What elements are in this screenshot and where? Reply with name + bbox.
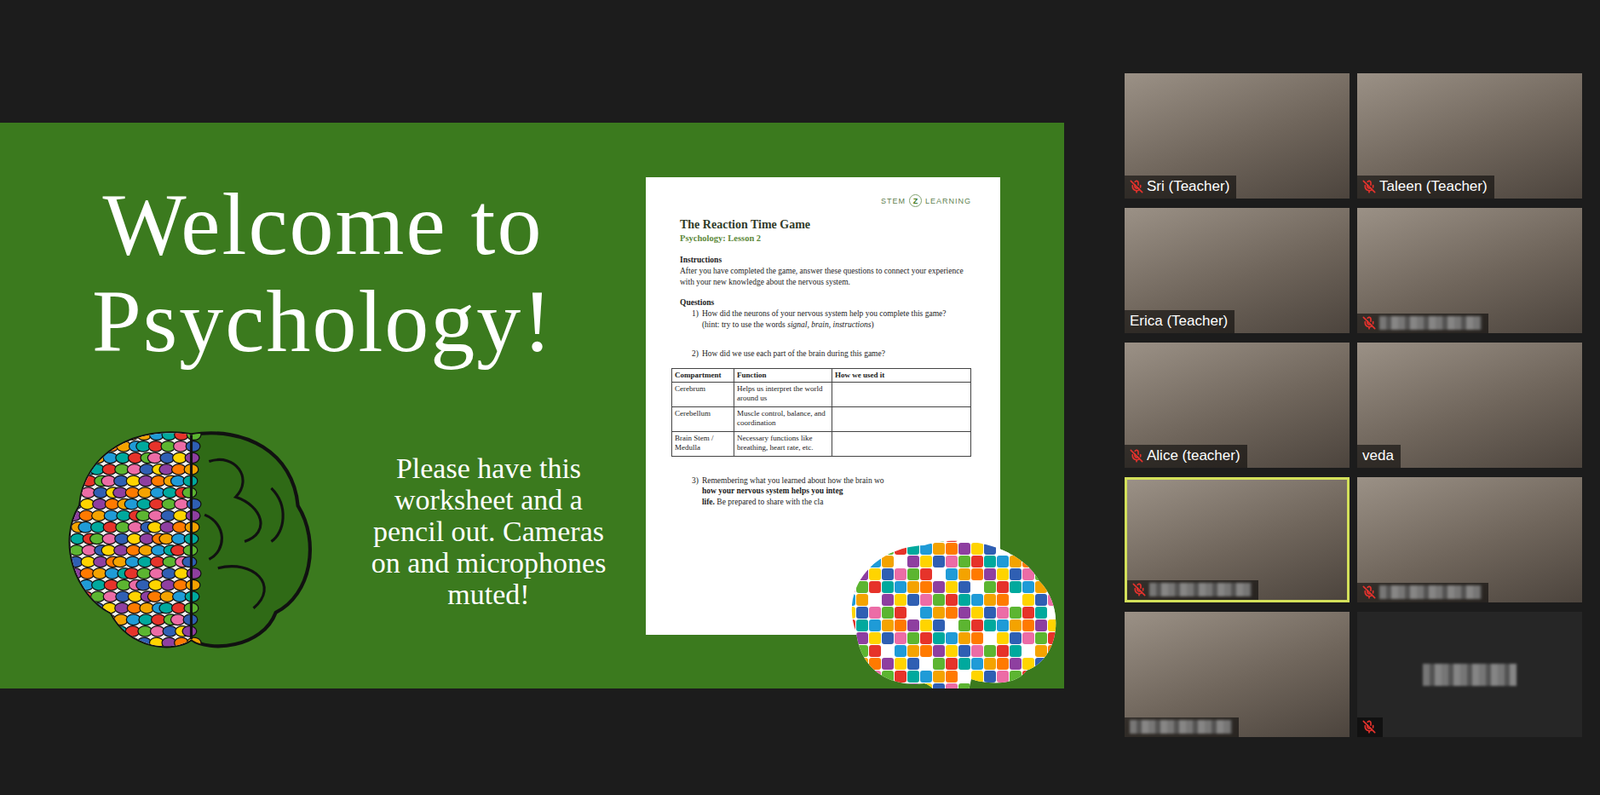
- participant-tile[interactable]: [1357, 477, 1583, 603]
- instructions-text: After you have completed the game, answe…: [679, 265, 972, 288]
- shared-screen: Welcome toPsychology! Please have this wo…: [0, 0, 1065, 795]
- table-cell: Muscle control, balance, and coordinatio…: [734, 406, 833, 432]
- table-cell: Brain Stem / Medulla: [672, 431, 735, 456]
- hidden-name: [1129, 719, 1232, 734]
- table-row: CerebrumHelps us interpret the world aro…: [672, 381, 972, 407]
- participant-tile[interactable]: [1124, 477, 1350, 603]
- table-header: How we used it: [832, 368, 972, 382]
- name-tag: Erica (Teacher): [1124, 310, 1235, 334]
- table-row: CerebellumMuscle control, balance, and c…: [672, 406, 972, 432]
- table-header: Compartment: [672, 368, 735, 382]
- hidden-name: [1379, 316, 1482, 330]
- video-gallery: Sri (Teacher) Taleen (Teacher) Erica (Teac…: [1124, 0, 1583, 795]
- worksheet-subtitle: Psychology: Lesson 2: [679, 232, 972, 245]
- question: 2)How did we use each part of the brain …: [679, 348, 972, 360]
- question-text: How did the neurons of your nervous syst…: [702, 309, 947, 318]
- mic-off-icon: [1362, 316, 1376, 330]
- name-tag: Taleen (Teacher): [1357, 175, 1495, 199]
- brain-table: CompartmentFunctionHow we used itCerebru…: [671, 368, 972, 457]
- participant-name: Erica (Teacher): [1129, 312, 1228, 330]
- question-text: (hint: try to use the words: [702, 320, 788, 329]
- participant-name: Alice (teacher): [1146, 447, 1241, 465]
- hidden-name: [1149, 582, 1252, 597]
- stem-learning-logo: STEMZLEARNING: [880, 194, 972, 208]
- mic-off-icon: [1129, 179, 1144, 194]
- table-cell: Cerebrum: [672, 381, 735, 407]
- meeting-window: Welcome toPsychology! Please have this wo…: [0, 0, 1600, 795]
- name-tag: [1124, 717, 1239, 737]
- participant-tile[interactable]: Taleen (Teacher): [1357, 73, 1583, 199]
- mic-off-icon: [1132, 582, 1146, 597]
- title-line: Psychology!: [92, 272, 554, 370]
- table-cell: Cerebellum: [672, 406, 735, 432]
- name-tag: Alice (teacher): [1124, 444, 1248, 468]
- participant-tile[interactable]: [1357, 207, 1583, 334]
- answer-cell[interactable]: [832, 406, 972, 432]
- participant-tile[interactable]: veda: [1357, 342, 1583, 468]
- question-text: how your nervous system helps you integ: [702, 486, 844, 495]
- slide-title: Welcome toPsychology!: [0, 175, 646, 370]
- name-tag: Sri (Teacher): [1124, 175, 1237, 199]
- question-text: Be prepared to share with the cla: [714, 497, 824, 507]
- mic-off-icon: [1362, 719, 1376, 734]
- logo-mark: Z: [909, 194, 922, 208]
- question-text: signal, brain, instructions: [787, 320, 871, 329]
- question-text: ): [870, 320, 874, 329]
- answer-cell[interactable]: [832, 431, 972, 456]
- question: 1)How did the neurons of your nervous sy…: [679, 308, 972, 330]
- participant-tile[interactable]: Alice (teacher): [1124, 342, 1350, 468]
- mic-off-icon: [1129, 448, 1144, 463]
- name-tag: veda: [1357, 444, 1401, 468]
- table-cell: Necessary functions like breathing, hear…: [734, 431, 833, 456]
- table-row: Brain Stem / MedullaNecessary functions …: [672, 431, 972, 456]
- title-line: Welcome to: [103, 175, 544, 273]
- name-tag: [1357, 717, 1383, 737]
- puzzle-brain-icon: [830, 529, 1064, 689]
- question-text: How did we use each part of the brain du…: [702, 349, 886, 358]
- hidden-name: [1379, 585, 1482, 599]
- table-cell: Helps us interpret the world around us: [734, 381, 833, 407]
- question-text: Remembering what you learned about how t…: [702, 476, 885, 485]
- brain-illustration-icon: [57, 416, 325, 689]
- hidden-name: [1422, 663, 1517, 686]
- mic-off-icon: [1362, 585, 1376, 599]
- name-tag: [1357, 582, 1489, 603]
- participant-tile[interactable]: Erica (Teacher): [1124, 207, 1350, 334]
- participant-tile[interactable]: Sri (Teacher): [1124, 73, 1350, 199]
- name-tag: [1357, 313, 1489, 334]
- mic-off-icon: [1362, 179, 1376, 194]
- participant-name: veda: [1362, 447, 1394, 465]
- worksheet-title: The Reaction Time Game: [679, 217, 972, 233]
- answer-cell[interactable]: [832, 381, 972, 407]
- name-tag: [1127, 580, 1259, 600]
- participant-name: Taleen (Teacher): [1379, 178, 1488, 196]
- participant-name: Sri (Teacher): [1146, 178, 1230, 196]
- slide-note: Please have this worksheet and a pencil …: [367, 452, 611, 611]
- participant-tile[interactable]: [1124, 611, 1350, 737]
- table-header: Function: [734, 368, 833, 382]
- slide: Welcome toPsychology! Please have this wo…: [0, 122, 1065, 689]
- participant-tile[interactable]: [1357, 611, 1583, 737]
- question-text: life.: [702, 497, 715, 507]
- instructions-heading: Instructions: [679, 254, 972, 266]
- questions-heading: Questions: [679, 297, 972, 309]
- question: 3)Remembering what you learned about how…: [679, 475, 972, 508]
